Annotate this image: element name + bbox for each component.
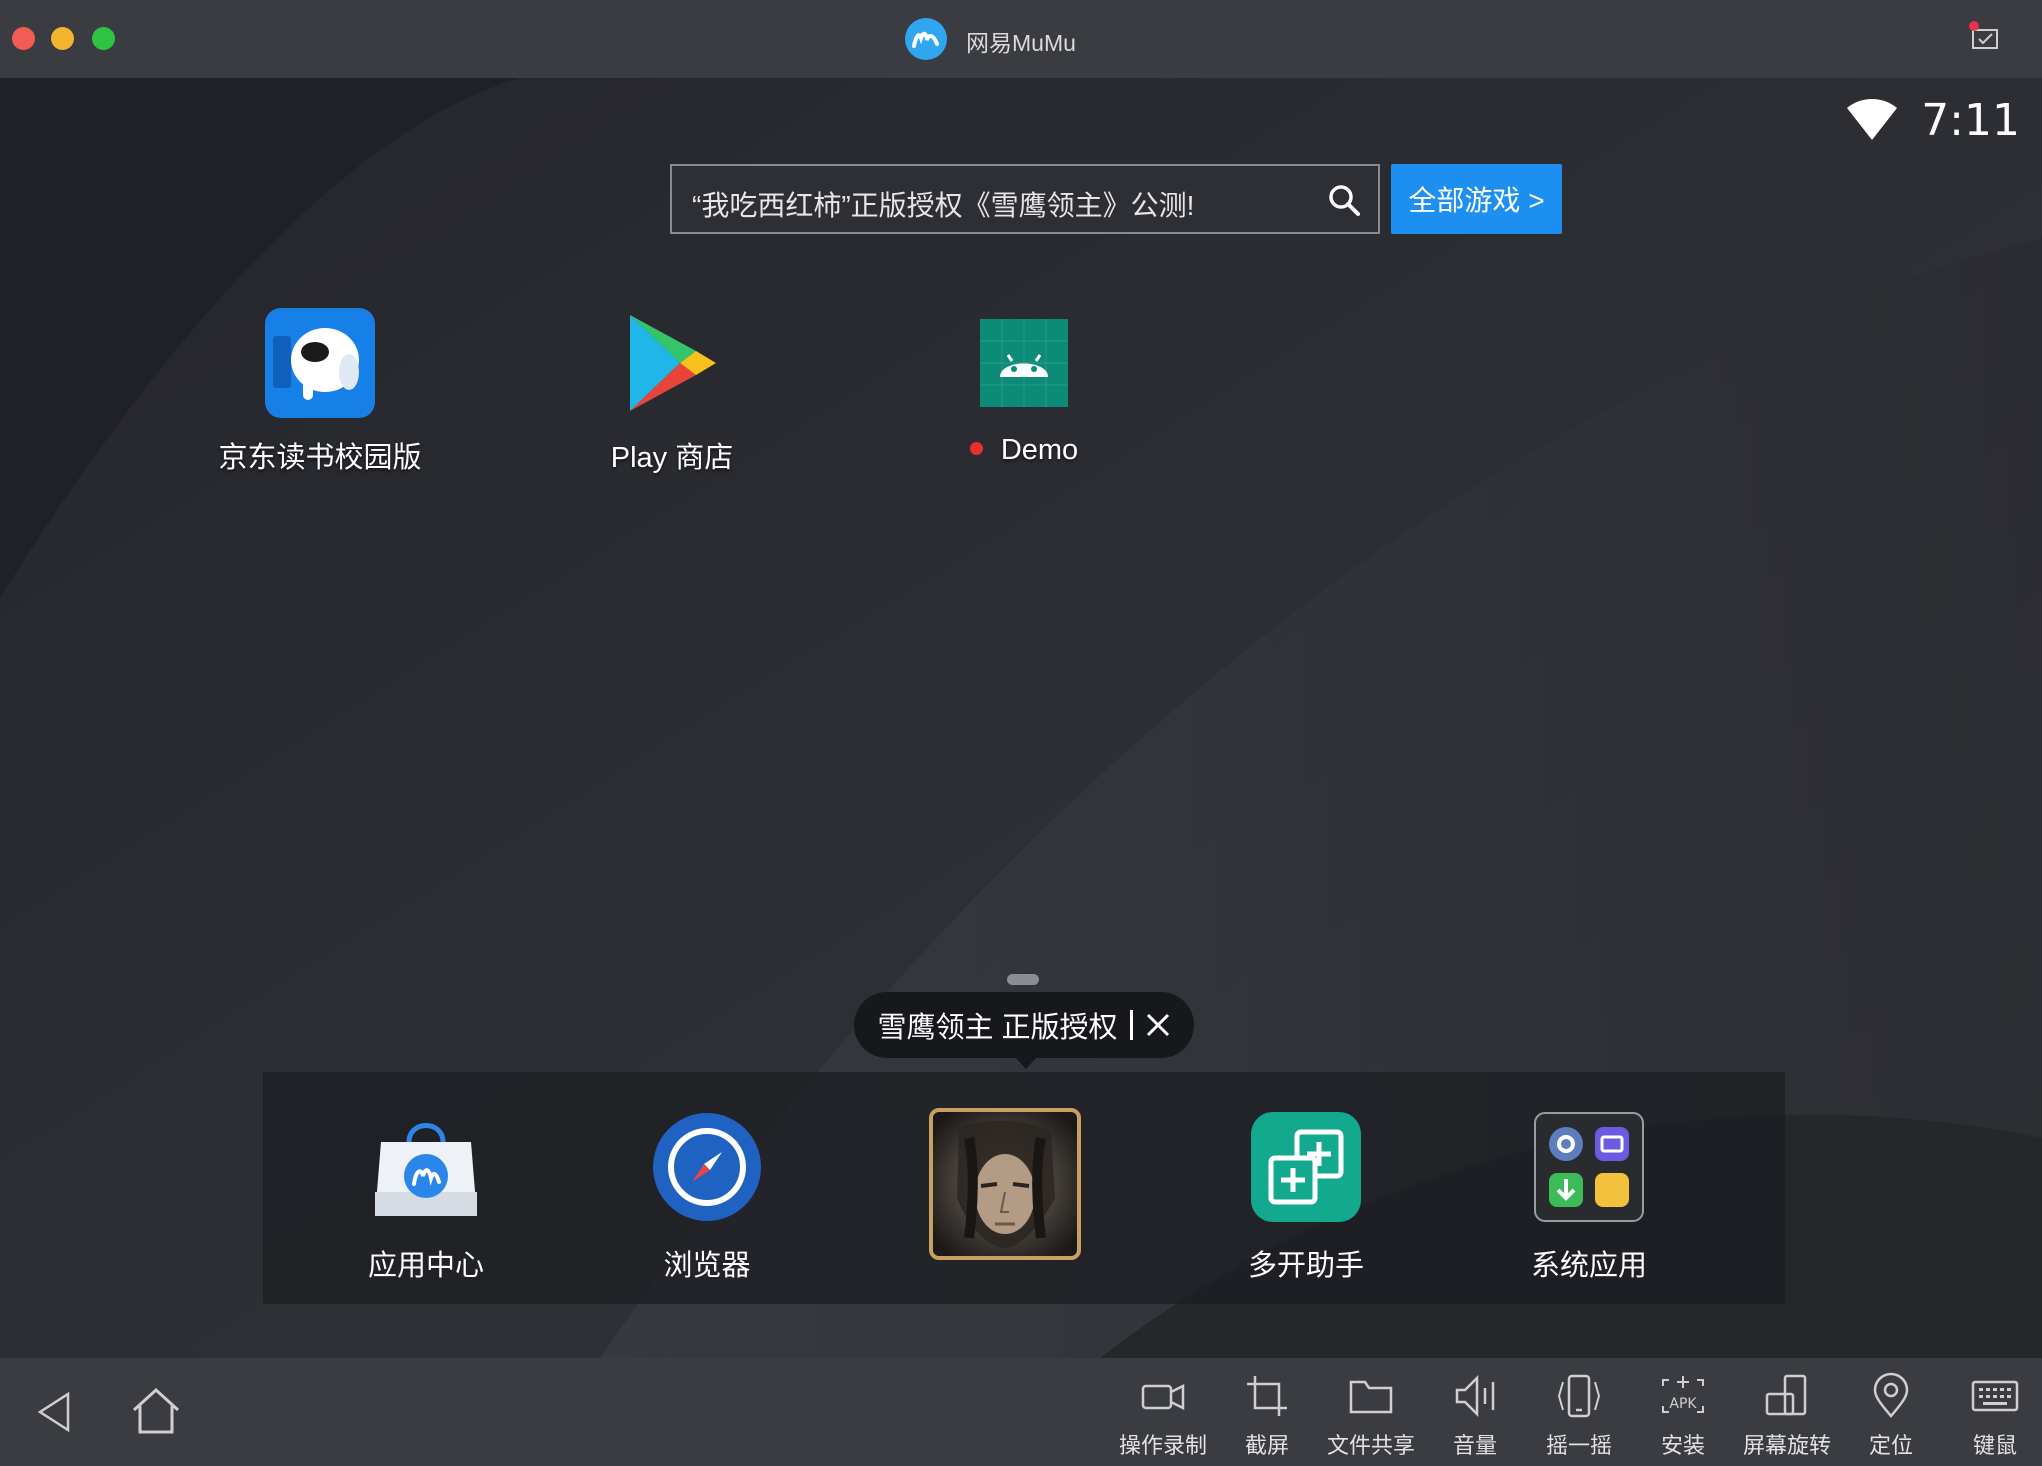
dock: 应用中心 浏览器 多开助手 系统应用 [263,1072,1785,1304]
browser-icon [652,1112,762,1222]
apk-install-icon: APK [1662,1376,1704,1413]
tool-screenshot[interactable]: 截屏 [1217,1372,1317,1460]
tool-rotate[interactable]: 屏幕旋转 [1737,1372,1837,1460]
app-center-icon [371,1112,481,1222]
jd-read-icon [265,308,375,418]
drawer-handle[interactable] [1007,974,1039,985]
tool-label: 摇一摇 [1545,1433,1612,1458]
android-screen: 7:11 “我吃西红柿”正版授权《雪鹰领主》公测! 全部游戏 > 京东读书校园版 [0,78,2042,1358]
tool-record[interactable]: 操作录制 [1113,1372,1213,1460]
tool-location[interactable]: 定位 [1841,1372,1941,1460]
keyboard-icon [1971,1380,2019,1412]
tool-label: 截屏 [1244,1433,1289,1458]
dock-app-label: 系统应用 [1530,1250,1647,1282]
mumu-logo-icon [905,18,947,60]
app-label: 京东读书校园版 [218,442,422,474]
tool-label: 操作录制 [1118,1433,1207,1458]
tooltip-separator [1129,1010,1133,1040]
folder-icon [1349,1380,1393,1414]
dock-multi-instance[interactable]: 多开助手 [1196,1112,1416,1284]
tool-label: 屏幕旋转 [1742,1433,1831,1458]
app-label: Play 商店 [610,442,734,474]
app-label-row: Demo [969,434,1079,467]
promo-tooltip: 雪鹰领主 正版授权 [854,992,1194,1058]
clock: 7:11 [1921,94,2020,146]
close-window-button[interactable] [12,27,35,50]
app-label: Demo [1000,434,1079,466]
tool-label: 文件共享 [1326,1433,1415,1458]
message-icon[interactable] [1968,20,2002,54]
shake-icon [1557,1374,1601,1418]
maximize-window-button[interactable] [92,27,115,50]
tooltip-pointer [1014,1056,1038,1069]
dock-app-label: 多开助手 [1247,1250,1364,1282]
new-app-badge [969,441,983,455]
mumu-window: 网易MuMu 7:11 “我吃西红柿”正版授权《雪鹰领主》公测! 全部游戏 > … [0,0,2042,1466]
tool-install-apk[interactable]: APK 安装 [1633,1372,1733,1460]
search-input[interactable]: “我吃西红柿”正版授权《雪鹰领主》公测! [670,164,1380,234]
multi-instance-icon [1251,1112,1361,1222]
all-games-button[interactable]: 全部游戏 > [1391,164,1562,234]
dock-browser[interactable]: 浏览器 [597,1112,817,1284]
minimize-window-button[interactable] [51,27,74,50]
system-apps-icon [1534,1112,1644,1222]
tool-keyboard-mouse[interactable]: 键鼠 [1945,1372,2042,1460]
dock-app-label: 应用中心 [367,1250,484,1282]
svg-text:APK: APK [1669,1396,1697,1412]
tooltip-text: 雪鹰领主 正版授权 [877,1012,1118,1044]
location-icon [1873,1372,1909,1418]
tool-label: 定位 [1868,1433,1913,1458]
wifi-icon [1847,99,1898,140]
tool-volume[interactable]: 音量 [1425,1372,1525,1460]
title-bar: 网易MuMu [0,0,2042,78]
tool-label: 安装 [1660,1433,1705,1458]
dock-app-center[interactable]: 应用中心 [316,1112,536,1284]
dock-app-label: 浏览器 [663,1250,751,1282]
crop-icon [1247,1376,1287,1416]
window-title: 网易MuMu [966,30,1076,56]
tool-label: 音量 [1452,1433,1497,1458]
record-icon [1141,1383,1185,1411]
search-promo-text: “我吃西红柿”正版授权《雪鹰领主》公测! [692,190,1195,221]
game-xueying-icon [929,1108,1081,1260]
app-jd-read[interactable]: 京东读书校园版 [190,308,450,476]
tool-file-share[interactable]: 文件共享 [1321,1372,1421,1460]
android-demo-icon [969,308,1079,418]
rotate-icon [1765,1374,1807,1416]
status-bar: 7:11 [1845,92,2020,148]
search-icon[interactable] [1326,182,1362,218]
app-demo[interactable]: Demo [894,308,1154,467]
tool-label: 键鼠 [1972,1433,2017,1458]
play-store-icon [617,308,727,418]
back-icon[interactable] [36,1390,72,1434]
dock-system-apps[interactable]: 系统应用 [1479,1112,1699,1284]
home-icon[interactable] [130,1386,182,1436]
app-play-store[interactable]: Play 商店 [542,308,802,476]
tool-shake[interactable]: 摇一摇 [1529,1372,1629,1460]
close-icon[interactable] [1145,1012,1171,1038]
emulator-toolbar: 操作录制 截屏 文件共享 音量 摇一摇 APK 安装 屏幕旋转 定位 键鼠 [0,1358,2042,1466]
dock-game-xueying[interactable] [895,1108,1115,1260]
volume-icon [1455,1374,1495,1418]
